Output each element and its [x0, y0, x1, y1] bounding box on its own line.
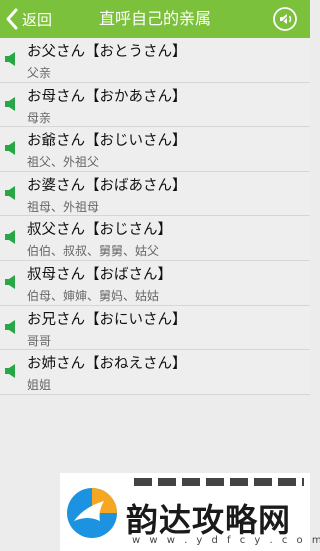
list-item[interactable]: 叔父さん【おじさん】 伯伯、叔叔、舅舅、姑父 [0, 216, 310, 261]
watermark-logo-icon [67, 488, 117, 538]
japanese-text: お兄さん【おにいさん】 [27, 311, 187, 328]
japanese-text: 叔母さん【おばさん】 [27, 266, 172, 283]
back-button[interactable]: 返回 [4, 0, 52, 38]
speaker-icon[interactable] [5, 141, 19, 156]
list-item[interactable]: お婆さん【おばあさん】 祖母、外祖母 [0, 172, 310, 217]
list-item[interactable]: お姉さん【おねえさん】 姐姐 [0, 350, 310, 395]
watermark-top-decoration [134, 478, 304, 486]
list-item[interactable]: お兄さん【おにいさん】 哥哥 [0, 306, 310, 351]
speaker-icon[interactable] [5, 319, 19, 334]
chinese-text: 祖母、外祖母 [27, 199, 100, 214]
chinese-text: 伯伯、叔叔、舅舅、姑父 [27, 244, 160, 259]
japanese-text: お姉さん【おねえさん】 [27, 356, 187, 373]
japanese-text: お婆さん【おばあさん】 [27, 177, 187, 194]
speaker-icon[interactable] [5, 52, 19, 66]
list-item[interactable]: お母さん【おかあさん】 母亲 [0, 83, 310, 128]
speaker-icon[interactable] [5, 185, 19, 200]
speaker-icon[interactable] [5, 230, 19, 245]
chevron-left-icon [6, 8, 18, 30]
list-item[interactable]: お爺さん【おじいさん】 祖父、外祖父 [0, 127, 310, 172]
japanese-text: 叔父さん【おじさん】 [27, 222, 172, 239]
japanese-text: お爺さん【おじいさん】 [27, 133, 187, 150]
chinese-text: 哥哥 [27, 333, 52, 348]
chinese-text: 伯母、婶婶、舅妈、姑姑 [27, 288, 160, 303]
title-bar: 返回 直呼自己的亲属 [0, 0, 310, 38]
speaker-toggle-icon[interactable] [272, 6, 298, 32]
back-label: 返回 [22, 10, 53, 29]
phrase-list: お父さん【おとうさん】 父亲 お母さん【おかあさん】 母亲 お爺さん【おじいさん… [0, 38, 310, 395]
watermark-banner: 韵达攻略网 w w w . y d f c y . c o m [60, 473, 320, 551]
page-title: 直呼自己的亲属 [98, 9, 211, 28]
speaker-icon[interactable] [5, 364, 19, 379]
list-item[interactable]: 叔母さん【おばさん】 伯母、婶婶、舅妈、姑姑 [0, 261, 310, 306]
chinese-text: 姐姐 [27, 378, 52, 393]
chinese-text: 祖父、外祖父 [27, 155, 100, 170]
list-item[interactable]: お父さん【おとうさん】 父亲 [0, 38, 310, 83]
speaker-icon[interactable] [5, 274, 19, 289]
watermark-url: w w w . y d f c y . c o m [132, 535, 320, 546]
japanese-text: お父さん【おとうさん】 [27, 44, 187, 60]
japanese-text: お母さん【おかあさん】 [27, 88, 187, 105]
chinese-text: 父亲 [27, 66, 52, 80]
chinese-text: 母亲 [27, 110, 52, 125]
speaker-icon[interactable] [5, 96, 19, 111]
